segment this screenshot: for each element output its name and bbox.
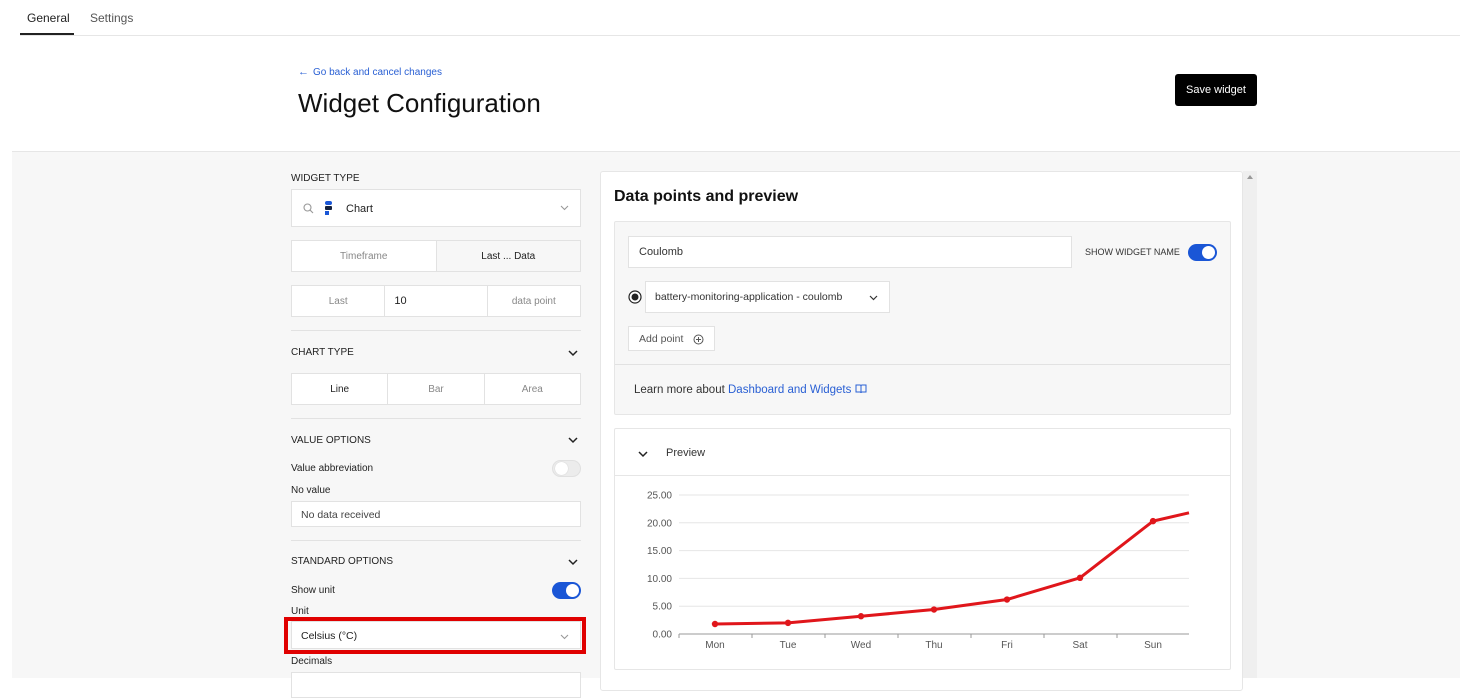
data-point — [784, 619, 792, 627]
standard-options-label: STANDARD OPTIONS — [291, 556, 394, 567]
learn-more-text: Learn more about Dashboard and Widgets — [634, 384, 867, 396]
y-tick-label: 0.00 — [653, 630, 673, 641]
divider — [291, 330, 581, 331]
save-widget-button[interactable]: Save widget — [1175, 74, 1257, 106]
widget-type-label: WIDGET TYPE — [291, 173, 360, 184]
chart-type-bar[interactable]: Bar — [388, 374, 485, 404]
book-icon[interactable] — [855, 384, 867, 394]
widget-type-select[interactable]: Chart — [291, 189, 581, 227]
y-tick-label: 5.00 — [653, 602, 673, 613]
radio-selected-icon[interactable] — [628, 290, 642, 304]
chart-widget-icon — [325, 201, 332, 215]
data-point — [930, 606, 938, 613]
preview-card: Preview 0.00 5.00 10.00 15.00 20.00 25.00 Mon T… — [614, 428, 1231, 670]
no-value-label: No value — [291, 485, 331, 496]
datapoint-select-value: battery-monitoring-application - coulomb — [655, 291, 843, 303]
decimals-input[interactable] — [291, 672, 581, 698]
tab-general[interactable]: General — [27, 11, 70, 25]
page-title: Widget Configuration — [298, 88, 541, 118]
top-tabs: General Settings — [20, 0, 1460, 36]
x-tick-label: Thu — [925, 640, 942, 651]
datapoints-card: Coulomb SHOW WIDGET NAME battery-monitor… — [614, 221, 1231, 415]
divider — [291, 418, 581, 419]
datapoint-select[interactable]: battery-monitoring-application - coulomb — [645, 281, 890, 313]
chevron-down-icon[interactable] — [636, 447, 650, 461]
widget-type-value: Chart — [346, 203, 373, 215]
chevron-down-icon — [869, 295, 878, 301]
scroll-up-arrow-icon[interactable] — [1247, 175, 1253, 179]
timeframe-option[interactable]: Timeframe — [292, 241, 437, 271]
show-widget-name-label: SHOW WIDGET NAME — [1085, 247, 1180, 257]
data-point — [1149, 517, 1157, 525]
x-tick-label: Wed — [851, 640, 871, 651]
y-tick-label: 10.00 — [647, 574, 672, 585]
highlight-annotation — [284, 617, 586, 654]
chart-type-line[interactable]: Line — [292, 374, 389, 404]
chart-type-area[interactable]: Area — [485, 374, 580, 404]
divider — [615, 364, 1230, 365]
dashboard-widgets-link[interactable]: Dashboard and Widgets — [728, 384, 851, 396]
data-point — [857, 613, 865, 620]
data-points-panel: Data points and preview Coulomb SHOW WID… — [600, 171, 1243, 691]
show-widget-name-toggle[interactable] — [1188, 244, 1217, 261]
x-tick-label: Sat — [1072, 640, 1087, 651]
preview-line-chart: 0.00 5.00 10.00 15.00 20.00 25.00 Mon Tue Wed Thu… — [647, 491, 1190, 651]
unit-label: Unit — [291, 606, 309, 617]
plus-circle-icon — [693, 334, 704, 345]
last-count-input[interactable]: 10 — [385, 286, 488, 316]
divider — [291, 540, 581, 541]
learn-more-prefix: Learn more about — [634, 384, 725, 396]
tab-settings[interactable]: Settings — [90, 11, 133, 25]
x-tick-label: Sun — [1144, 640, 1162, 651]
x-tick-label: Mon — [705, 640, 724, 651]
panel-title: Data points and preview — [614, 188, 799, 205]
y-tick-label: 15.00 — [647, 546, 672, 557]
x-tick-label: Fri — [1001, 640, 1013, 651]
y-tick-label: 25.00 — [647, 491, 672, 502]
no-value-input-text: No data received — [301, 509, 381, 521]
chevron-down-icon[interactable] — [566, 346, 580, 360]
show-unit-label: Show unit — [291, 585, 335, 596]
chevron-down-icon[interactable] — [566, 555, 580, 569]
widget-name-value: Coulomb — [639, 246, 684, 258]
chart-type-label: CHART TYPE — [291, 347, 354, 358]
y-tick-label: 20.00 — [647, 518, 672, 529]
chevron-down-icon[interactable] — [566, 433, 580, 447]
data-point — [711, 620, 719, 628]
value-options-label: VALUE OPTIONS — [291, 435, 371, 446]
widget-name-input[interactable]: Coulomb — [628, 236, 1072, 268]
x-tick-label: Tue — [780, 640, 797, 651]
show-unit-toggle[interactable] — [552, 582, 581, 599]
value-abbreviation-toggle[interactable] — [552, 460, 581, 477]
last-label: Last — [292, 286, 386, 316]
active-tab-indicator — [20, 33, 74, 35]
last-unit-label: data point — [511, 295, 556, 307]
last-data-option[interactable]: Last ... Data — [436, 241, 580, 271]
add-point-button[interactable]: Add point — [628, 326, 715, 351]
scrollbar[interactable] — [1243, 171, 1257, 678]
search-icon — [303, 203, 314, 214]
timeframe-segmented: Timeframe Last ... Data — [291, 240, 581, 272]
last-n-control: Last 10 data point — [291, 285, 581, 317]
arrow-left-icon: ← — [298, 66, 309, 78]
no-value-input[interactable]: No data received — [291, 501, 581, 527]
value-abbreviation-label: Value abbreviation — [291, 463, 374, 474]
preview-label: Preview — [666, 447, 706, 459]
back-link-label: Go back and cancel changes — [313, 67, 442, 78]
back-link[interactable]: ← Go back and cancel changes — [298, 66, 442, 78]
series-line — [714, 511, 1190, 626]
decimals-label: Decimals — [291, 656, 333, 667]
chart-type-segmented: Line Bar Area — [291, 373, 581, 405]
data-point — [1076, 574, 1084, 582]
chevron-down-icon — [560, 205, 569, 211]
add-point-label: Add point — [639, 333, 684, 345]
data-point — [1003, 596, 1011, 603]
